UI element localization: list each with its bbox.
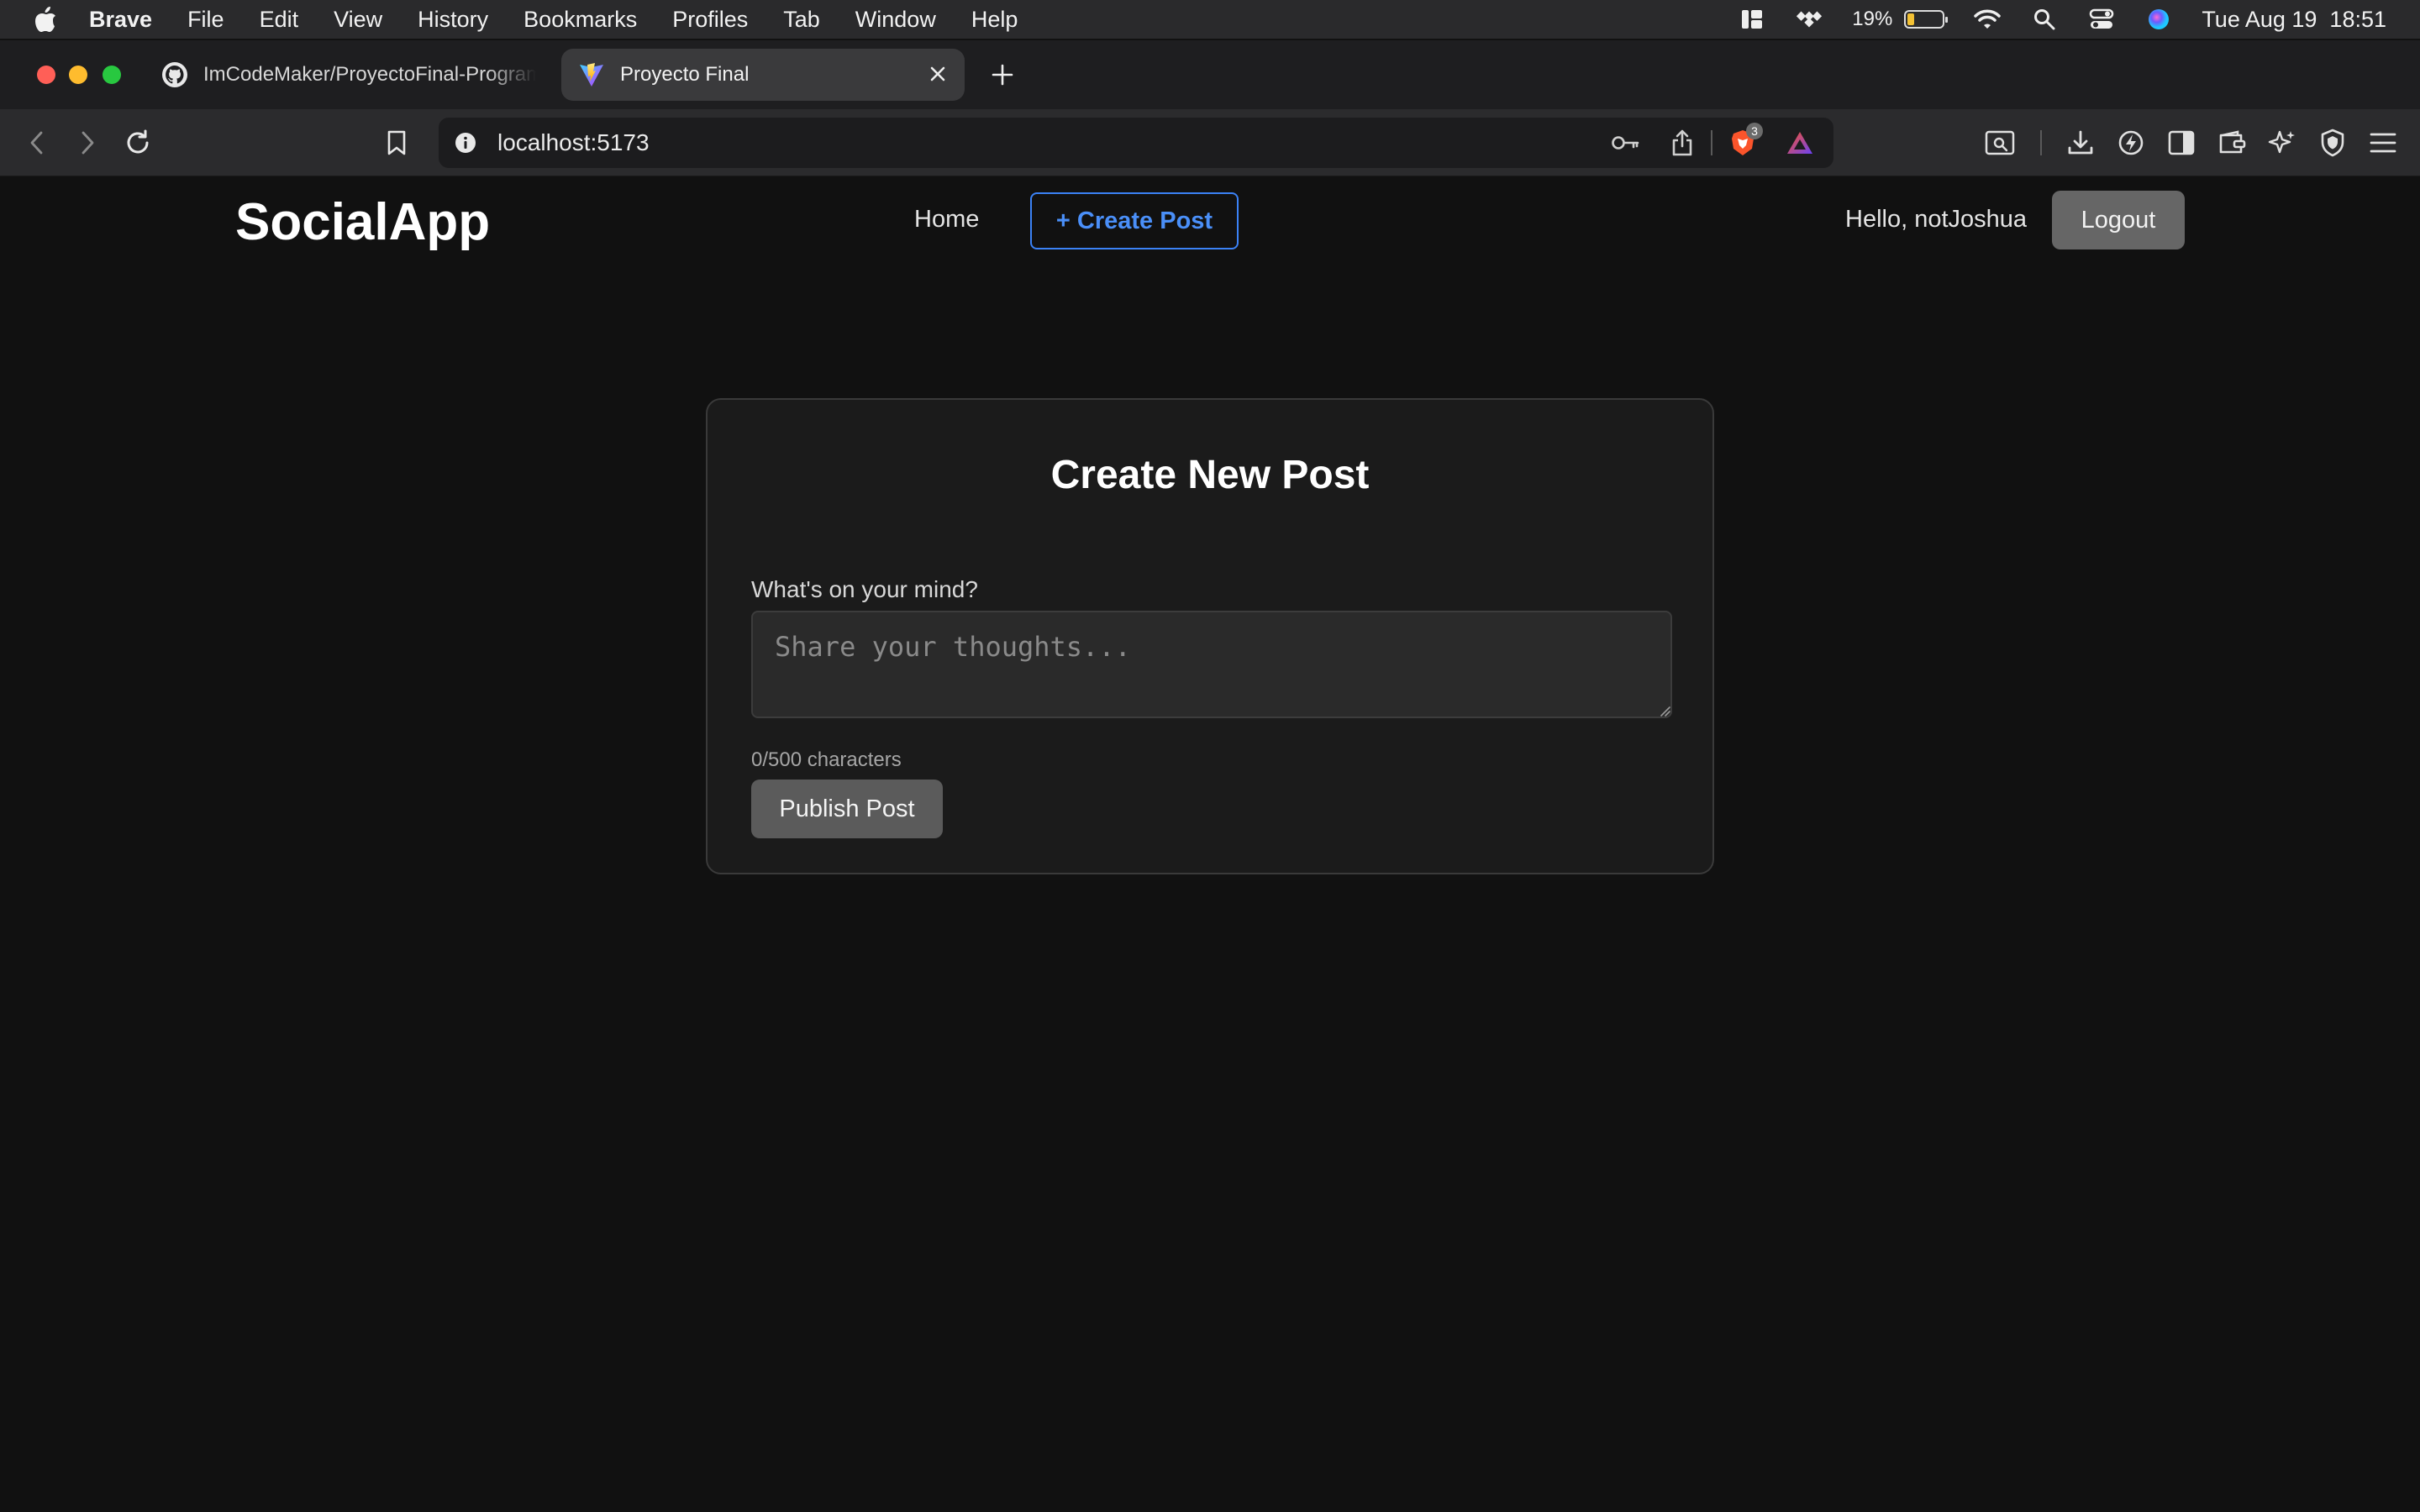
window-close-button[interactable] <box>37 66 55 84</box>
forward-icon[interactable] <box>71 126 104 160</box>
browser-toolbar: localhost:5173 3 <box>0 109 2420 176</box>
macos-menu-bar: Brave File Edit View History Bookmarks P… <box>0 0 2420 39</box>
nav-home-link[interactable]: Home <box>914 206 979 234</box>
wifi-icon[interactable] <box>1973 7 2002 32</box>
github-icon <box>161 61 188 88</box>
sidebar-icon[interactable] <box>2165 126 2198 160</box>
bookmark-icon[interactable] <box>380 126 413 160</box>
vpn-shield-icon[interactable] <box>2316 126 2349 160</box>
control-center-icon[interactable] <box>2087 7 2116 32</box>
tab-title: ImCodeMaker/ProyectoFinal-Programacion <box>203 63 536 86</box>
tab-github[interactable]: ImCodeMaker/ProyectoFinal-Programacion <box>161 49 536 101</box>
resize-handle-icon[interactable] <box>1659 705 1670 717</box>
menu-view[interactable]: View <box>334 7 382 33</box>
tidal-icon[interactable] <box>1795 7 1823 32</box>
menu-file[interactable]: File <box>187 7 224 33</box>
brave-shields-icon[interactable]: 3 <box>1728 123 1763 158</box>
close-tab-icon[interactable] <box>926 62 950 86</box>
password-key-icon[interactable] <box>1610 128 1640 158</box>
url-text[interactable]: localhost:5173 <box>497 129 650 156</box>
menu-bookmarks[interactable]: Bookmarks <box>523 7 637 33</box>
downloads-icon[interactable] <box>2064 126 2097 160</box>
stage-manager-icon[interactable] <box>1738 7 1766 32</box>
shields-count-badge: 3 <box>1746 123 1763 139</box>
tab-title: Proyecto Final <box>620 63 750 86</box>
battery-icon[interactable] <box>1904 10 1949 29</box>
site-info-icon[interactable] <box>454 131 477 155</box>
publish-post-button[interactable]: Publish Post <box>751 780 943 838</box>
hamburger-menu-icon[interactable] <box>2366 126 2400 160</box>
menu-edit[interactable]: Edit <box>260 7 299 33</box>
wallet-icon[interactable] <box>2215 126 2249 160</box>
menu-profiles[interactable]: Profiles <box>672 7 748 33</box>
battery-percent: 19% <box>1852 8 1893 30</box>
nav-create-post-button[interactable]: + Create Post <box>1030 192 1239 249</box>
page-title: Create New Post <box>1050 453 1370 497</box>
siri-icon[interactable] <box>2144 7 2173 32</box>
address-bar[interactable]: localhost:5173 3 <box>439 118 1833 168</box>
menu-help[interactable]: Help <box>971 7 1018 33</box>
brave-rewards-icon[interactable] <box>1785 128 1815 158</box>
menu-app-name[interactable]: Brave <box>89 7 152 33</box>
user-greeting: Hello, notJoshua <box>1845 206 2028 233</box>
tab-proyecto-final[interactable]: Proyecto Final <box>561 49 965 101</box>
share-icon[interactable] <box>1667 128 1697 158</box>
post-content-textarea[interactable] <box>751 611 1672 718</box>
apple-menu-icon[interactable] <box>34 7 59 32</box>
reload-icon[interactable] <box>121 126 155 160</box>
create-post-card: Create New Post What's on your mind? 0/5… <box>706 398 1714 874</box>
speedreader-icon[interactable] <box>2114 126 2148 160</box>
app-logo[interactable]: SocialApp <box>235 192 490 252</box>
window-minimize-button[interactable] <box>69 66 87 84</box>
back-icon[interactable] <box>20 126 54 160</box>
leo-ai-icon[interactable] <box>2265 126 2299 160</box>
reader-mode-icon[interactable] <box>1983 126 2017 160</box>
tab-strip: ImCodeMaker/ProyectoFinal-Programacion P… <box>0 40 2420 109</box>
menu-history[interactable]: History <box>418 7 488 33</box>
vite-icon <box>578 61 605 88</box>
toolbar-divider <box>1711 130 1712 155</box>
new-tab-icon[interactable] <box>988 60 1017 89</box>
window-fullscreen-button[interactable] <box>103 66 121 84</box>
logout-button[interactable]: Logout <box>2052 191 2185 249</box>
post-content-label: What's on your mind? <box>751 576 978 602</box>
menu-tab[interactable]: Tab <box>783 7 820 33</box>
menubar-clock[interactable]: Tue Aug 19 18:51 <box>2202 7 2386 33</box>
spotlight-search-icon[interactable] <box>2030 7 2059 32</box>
character-counter: 0/500 characters <box>751 748 902 771</box>
web-page: SocialApp Home + Create Post Hello, notJ… <box>0 177 2420 1512</box>
menu-window[interactable]: Window <box>855 7 936 33</box>
toolbar-divider <box>2040 130 2042 155</box>
